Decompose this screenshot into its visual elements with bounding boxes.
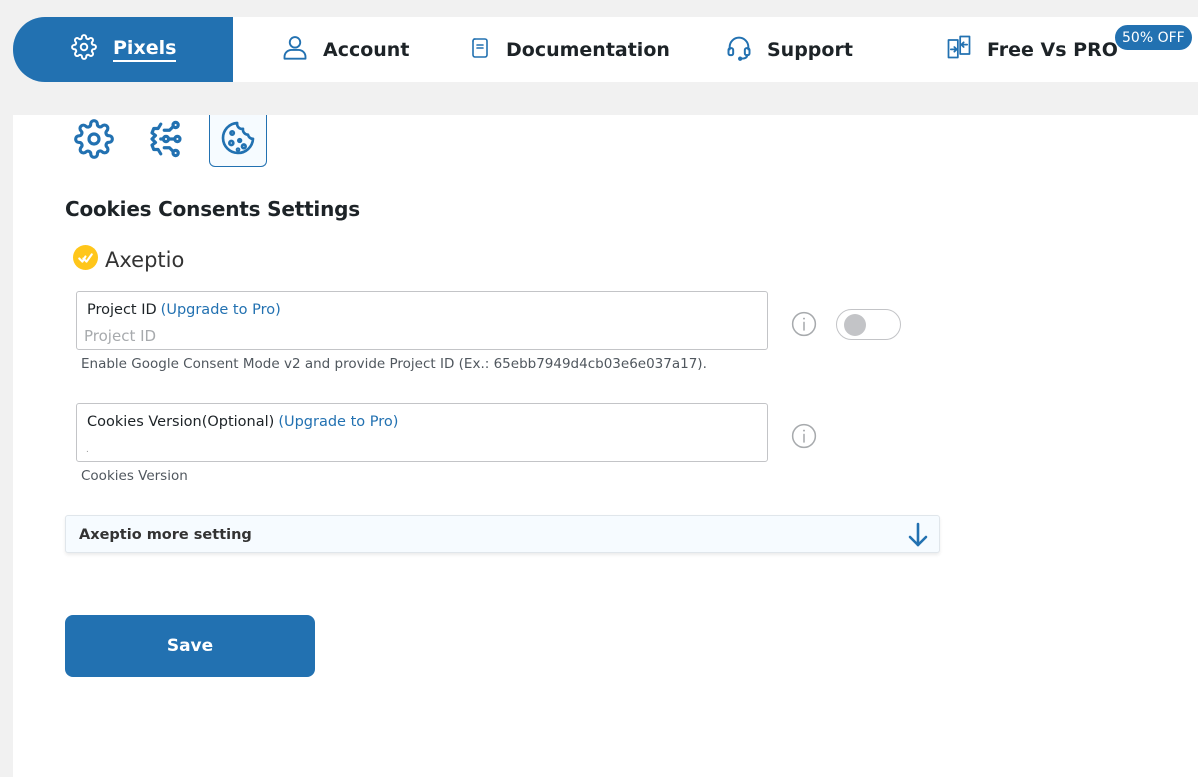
cookies-version-help: Cookies Version — [81, 468, 188, 484]
axeptio-more-setting-accordion[interactable]: Axeptio more setting — [65, 515, 940, 553]
nav-documentation[interactable]: Documentation — [468, 17, 670, 82]
gear-icon — [71, 34, 97, 65]
tab-cookies[interactable] — [209, 115, 267, 167]
nav-free-vs-pro-label: Free Vs PRO — [987, 38, 1118, 61]
info-icon[interactable] — [791, 423, 817, 449]
info-icon[interactable] — [791, 311, 817, 337]
project-id-label: Project ID (Upgrade to Pro) — [87, 302, 281, 318]
nav-pixels[interactable]: Pixels — [13, 17, 233, 82]
discount-badge[interactable]: 50% OFF — [1114, 24, 1193, 51]
upgrade-to-pro-link[interactable]: (Upgrade to Pro) — [161, 302, 281, 318]
save-button[interactable]: Save — [65, 615, 315, 677]
document-icon — [468, 34, 492, 65]
section-title: Cookies Consents Settings — [65, 197, 360, 221]
brand-name: Axeptio — [105, 248, 185, 272]
nav-pixels-label: Pixels — [113, 37, 177, 62]
axeptio-logo-icon — [73, 245, 98, 275]
network-icon — [145, 118, 187, 165]
axeptio-brand: Axeptio — [73, 245, 184, 275]
cookies-version-input[interactable]: . — [86, 444, 89, 455]
top-navigation: Pixels Account Documentation Support Fre… — [13, 17, 1198, 82]
nav-support-label: Support — [767, 38, 853, 61]
cookie-icon — [218, 118, 258, 163]
nav-account[interactable]: Account — [281, 17, 409, 82]
project-id-input[interactable] — [84, 326, 744, 346]
cookies-version-label-text: Cookies Version(Optional) — [87, 414, 275, 430]
arrow-down-icon — [906, 522, 930, 553]
upgrade-to-pro-link[interactable]: (Upgrade to Pro) — [278, 414, 398, 430]
consent-mode-toggle[interactable] — [836, 309, 901, 340]
toggle-knob — [844, 314, 866, 336]
cookies-version-label: Cookies Version(Optional) (Upgrade to Pro… — [87, 414, 398, 430]
nav-documentation-label: Documentation — [506, 38, 670, 61]
settings-panel: Cookies Consents Settings Axeptio Projec… — [13, 115, 1198, 777]
headset-icon — [725, 33, 753, 66]
nav-support[interactable]: Support — [725, 17, 853, 82]
accordion-label: Axeptio more setting — [79, 527, 252, 543]
user-icon — [281, 33, 309, 66]
gear-icon — [74, 118, 114, 164]
tab-general-settings[interactable] — [65, 115, 123, 167]
tab-integrations[interactable] — [137, 115, 195, 167]
project-id-label-text: Project ID — [87, 302, 157, 318]
project-id-help: Enable Google Consent Mode v2 and provid… — [81, 356, 707, 372]
project-id-field: Project ID (Upgrade to Pro) — [76, 291, 768, 350]
nav-free-vs-pro[interactable]: Free Vs PRO — [945, 17, 1118, 82]
nav-account-label: Account — [323, 38, 410, 61]
cookies-version-field: Cookies Version(Optional) (Upgrade to Pro… — [76, 403, 768, 462]
compare-icon — [945, 33, 973, 66]
